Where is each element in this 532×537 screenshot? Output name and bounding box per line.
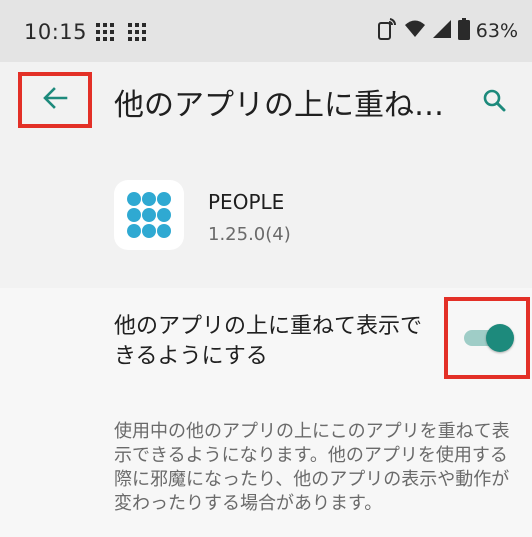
people-app-icon	[114, 180, 184, 250]
back-button[interactable]	[18, 72, 92, 128]
battery-icon	[457, 18, 470, 44]
grid-notification-icon	[128, 23, 146, 41]
nfc-icon	[376, 17, 398, 45]
wifi-icon	[404, 19, 426, 43]
status-bar: 10:15 63%	[0, 0, 532, 62]
overlay-permission-switch[interactable]	[464, 324, 514, 352]
search-icon	[482, 88, 506, 116]
overlay-permission-label[interactable]: 他のアプリの上に重ねて表示できるようにする	[114, 312, 434, 372]
search-button[interactable]	[478, 86, 510, 118]
back-arrow-icon	[42, 87, 68, 113]
overlay-permission-description: 使用中の他のアプリの上にこのアプリを重ねて表示できるようになります。他のアプリを…	[114, 421, 510, 514]
status-time: 10:15	[24, 20, 88, 44]
battery-percent: 63%	[475, 20, 518, 42]
screen: 10:15 63% 他のアプリの上に重ね… PEOPLE 1.25.0(4) 他…	[0, 0, 532, 537]
app-header	[0, 146, 532, 286]
page-title: 他のアプリの上に重ね…	[114, 88, 444, 123]
switch-thumb	[486, 324, 514, 352]
app-version: 1.25.0(4)	[208, 224, 291, 245]
app-name: PEOPLE	[208, 190, 285, 214]
grid-notification-icon	[96, 23, 114, 41]
signal-icon	[432, 19, 452, 43]
status-icons: 63%	[376, 18, 518, 44]
